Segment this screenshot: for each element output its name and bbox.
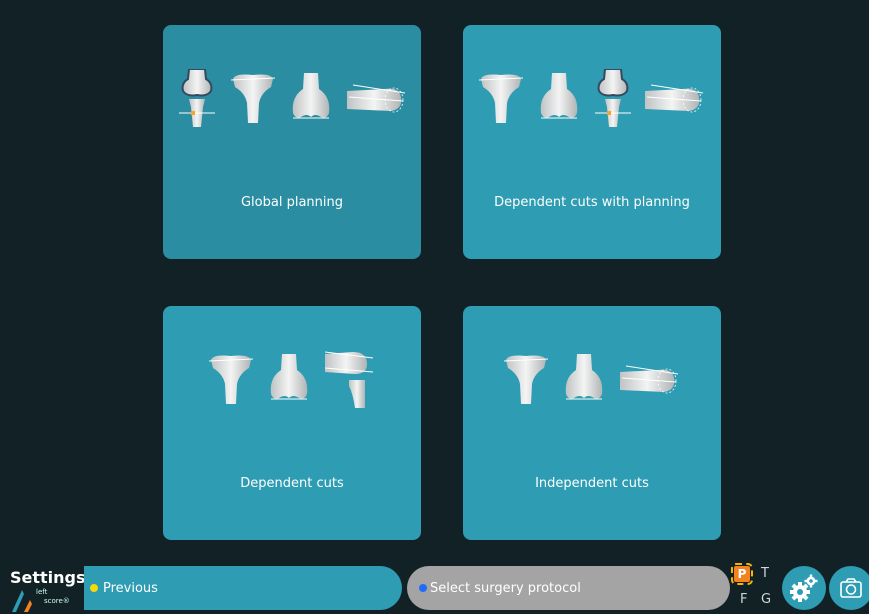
previous-label: Previous: [103, 580, 158, 596]
logo-text-score: score®: [44, 597, 70, 605]
card-illustrations: [163, 340, 421, 420]
gear-icon: [790, 574, 818, 602]
tracker-indicators: P T F G: [731, 563, 778, 612]
femur-icon: [267, 354, 311, 406]
knee-joint-icon: [595, 69, 631, 129]
knee-side-icon: [325, 350, 375, 410]
femur-side-icon: [620, 360, 680, 400]
femur-icon: [289, 73, 333, 125]
knee-joint-icon: [177, 69, 217, 129]
indicator-g: G: [761, 592, 772, 607]
protocol-label: Select surgery protocol: [430, 580, 581, 596]
logo-text-left: left: [36, 588, 48, 596]
card-label: Global planning: [240, 195, 343, 210]
tibia-icon: [231, 73, 275, 125]
protocol-card-dependent-cuts[interactable]: Dependent cuts: [163, 306, 421, 540]
brand-logo: left score®: [10, 588, 80, 612]
previous-button[interactable]: Previous: [84, 566, 402, 610]
card-illustrations: [463, 340, 721, 420]
femur-icon: [562, 354, 606, 406]
camera-icon: [840, 578, 862, 598]
screenshot-button[interactable]: [829, 566, 869, 610]
card-label: Independent cuts: [535, 476, 649, 491]
protocol-card-independent-cuts[interactable]: Independent cuts: [463, 306, 721, 540]
surgery-protocol-status: Select surgery protocol: [407, 566, 730, 610]
status-dot: [419, 584, 427, 592]
femur-side-icon: [347, 79, 407, 119]
tibia-icon: [479, 73, 523, 125]
indicator-f: F: [740, 592, 748, 607]
card-illustrations: [163, 59, 421, 139]
card-illustrations: [463, 59, 721, 139]
logo-icon: [12, 590, 32, 612]
tibia-icon: [504, 354, 548, 406]
card-label: Dependent cuts: [240, 476, 344, 491]
femur-side-icon: [645, 79, 705, 119]
indicator-t: T: [761, 566, 769, 581]
card-label: Dependent cuts with planning: [494, 195, 690, 210]
status-dot: [90, 584, 98, 592]
protocol-card-global-planning[interactable]: Global planning: [163, 25, 421, 259]
protocol-card-dependent-cuts-with-planning[interactable]: Dependent cuts with planning: [463, 25, 721, 259]
indicator-p: P: [731, 563, 753, 585]
femur-icon: [537, 73, 581, 125]
tibia-icon: [209, 354, 253, 406]
page-title: Settings: [10, 568, 86, 587]
settings-button[interactable]: [782, 566, 826, 610]
